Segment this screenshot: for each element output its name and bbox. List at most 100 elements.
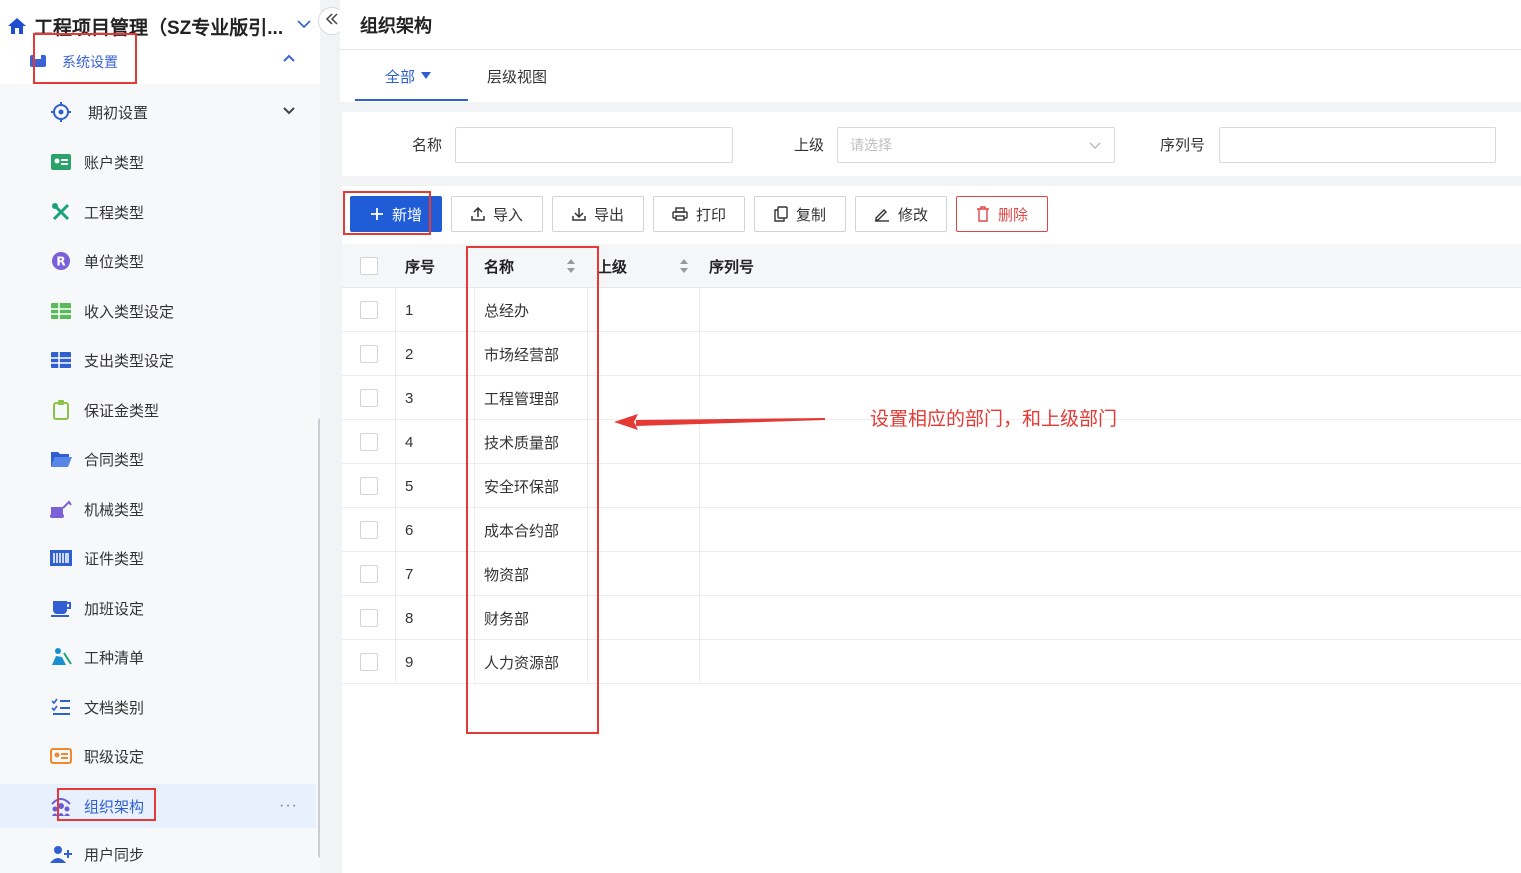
highlight-box-add-button bbox=[343, 191, 431, 235]
cell-no: 4 bbox=[405, 433, 414, 451]
cell-no: 3 bbox=[405, 389, 414, 407]
chevron-down-icon[interactable] bbox=[296, 16, 312, 37]
sidebar-item-document-category[interactable]: 文档类别 bbox=[0, 685, 316, 729]
profile-card-icon bbox=[50, 745, 72, 767]
sidebar-item-label: 收入类型设定 bbox=[84, 303, 175, 321]
row-checkbox[interactable] bbox=[360, 653, 378, 671]
sidebar-item-label: 支出类型设定 bbox=[84, 352, 175, 370]
sidebar-item-rank-setting[interactable]: 职级设定 bbox=[0, 734, 316, 778]
print-button[interactable]: 打印 bbox=[653, 196, 745, 232]
home-icon[interactable] bbox=[6, 15, 28, 37]
row-checkbox[interactable] bbox=[360, 345, 378, 363]
name-filter-input[interactable] bbox=[455, 127, 733, 163]
tab-all[interactable]: 全部 bbox=[385, 50, 432, 102]
sidebar-item-certificate-type[interactable]: 证件类型 bbox=[0, 536, 316, 580]
name-filter-label: 名称 bbox=[412, 137, 443, 154]
arrow-left-icon bbox=[612, 410, 827, 439]
trash-icon bbox=[976, 206, 990, 222]
sidebar-item-user-sync[interactable]: 用户同步 bbox=[0, 832, 316, 873]
grid-table-icon bbox=[50, 349, 72, 371]
cell-no: 6 bbox=[405, 521, 414, 539]
tab-label: 层级视图 bbox=[487, 68, 548, 86]
chevron-up-icon[interactable] bbox=[282, 52, 296, 71]
sidebar-item-label: 职级设定 bbox=[84, 748, 145, 766]
parent-filter-label: 上级 bbox=[794, 137, 825, 154]
sidebar-item-label: 账户类型 bbox=[84, 154, 145, 172]
column-header-no: 序号 bbox=[405, 258, 436, 276]
parent-filter-select[interactable]: 请选择 bbox=[837, 127, 1115, 163]
import-button[interactable]: 导入 bbox=[451, 196, 543, 232]
coffee-icon bbox=[50, 597, 72, 619]
sidebar-item-label: 单位类型 bbox=[84, 253, 145, 271]
sidebar-item-unit-type[interactable]: R 单位类型 bbox=[0, 239, 316, 283]
printer-icon bbox=[672, 207, 688, 221]
sidebar-item-income-type[interactable]: 收入类型设定 bbox=[0, 289, 316, 333]
row-checkbox[interactable] bbox=[360, 565, 378, 583]
export-button[interactable]: 导出 bbox=[552, 196, 644, 232]
cell-no: 1 bbox=[405, 301, 414, 319]
sidebar-scrollbar[interactable] bbox=[318, 418, 320, 858]
highlight-box-system-settings bbox=[33, 33, 137, 84]
import-button-label: 导入 bbox=[492, 206, 523, 224]
sort-icon[interactable] bbox=[679, 258, 689, 274]
sidebar-item-deposit-type[interactable]: 保证金类型 bbox=[0, 388, 316, 432]
sidebar-item-job-list[interactable]: 工种清单 bbox=[0, 635, 316, 679]
chevron-down-icon[interactable] bbox=[282, 103, 296, 122]
column-header-seq: 序列号 bbox=[709, 258, 755, 276]
copy-button[interactable]: 复制 bbox=[754, 196, 846, 232]
filter-bar: 名称 上级 请选择 序列号 bbox=[342, 112, 1521, 176]
sidebar-item-account-type[interactable]: 账户类型 bbox=[0, 140, 316, 184]
tab-hierarchy-view[interactable]: 层级视图 bbox=[487, 50, 547, 102]
folder-open-icon bbox=[50, 448, 72, 470]
highlight-box-name-column bbox=[466, 246, 599, 734]
row-checkbox[interactable] bbox=[360, 609, 378, 627]
copy-icon bbox=[774, 206, 788, 222]
page-title: 组织架构 bbox=[360, 16, 432, 36]
parent-filter-placeholder: 请选择 bbox=[850, 137, 892, 153]
print-button-label: 打印 bbox=[695, 206, 726, 224]
sidebar-item-initial-settings[interactable]: 期初设置 bbox=[0, 90, 316, 134]
row-checkbox[interactable] bbox=[360, 433, 378, 451]
sidebar-item-label: 工种清单 bbox=[84, 649, 145, 667]
cell-no: 9 bbox=[405, 653, 414, 671]
column-header-parent[interactable]: 上级 bbox=[597, 244, 627, 288]
excavator-icon bbox=[50, 498, 72, 520]
sidebar-item-overtime-setting[interactable]: 加班设定 bbox=[0, 586, 316, 630]
row-checkbox[interactable] bbox=[360, 301, 378, 319]
view-tabs: 全部 层级视图 bbox=[340, 50, 1521, 102]
sidebar-item-label: 加班设定 bbox=[84, 600, 145, 618]
active-tab-indicator bbox=[355, 99, 468, 101]
row-checkbox[interactable] bbox=[360, 477, 378, 495]
sidebar-item-org-structure[interactable]: 组织架构 ··· bbox=[0, 784, 316, 828]
sidebar-item-machine-type[interactable]: 机械类型 bbox=[0, 487, 316, 531]
row-checkbox[interactable] bbox=[360, 389, 378, 407]
download-icon bbox=[572, 207, 586, 221]
row-checkbox[interactable] bbox=[360, 521, 378, 539]
sidebar-item-expense-type[interactable]: 支出类型设定 bbox=[0, 338, 316, 382]
edit-button[interactable]: 修改 bbox=[855, 196, 947, 232]
sidebar-item-label: 用户同步 bbox=[84, 846, 145, 864]
caret-down-icon bbox=[421, 72, 432, 80]
highlight-box-org-structure bbox=[57, 788, 156, 821]
cell-no: 8 bbox=[405, 609, 414, 627]
more-icon[interactable]: ··· bbox=[279, 797, 298, 815]
barcode-icon bbox=[50, 547, 72, 569]
seq-filter-input[interactable] bbox=[1219, 127, 1496, 163]
sidebar-item-project-type[interactable]: 工程类型 bbox=[0, 190, 316, 234]
select-all-checkbox[interactable] bbox=[360, 257, 378, 275]
sidebar-item-contract-type[interactable]: 合同类型 bbox=[0, 437, 316, 481]
target-icon bbox=[50, 101, 72, 123]
worker-icon bbox=[50, 646, 72, 668]
edit-button-label: 修改 bbox=[897, 206, 928, 224]
delete-button-label: 删除 bbox=[997, 206, 1028, 224]
page-header: 组织架构 bbox=[340, 0, 1521, 50]
seq-filter-label: 序列号 bbox=[1160, 137, 1206, 154]
tools-icon bbox=[50, 201, 72, 223]
sidebar-item-label: 机械类型 bbox=[84, 501, 145, 519]
cell-no: 7 bbox=[405, 565, 414, 583]
r-badge-icon: R bbox=[50, 250, 72, 272]
sidebar-item-label: 工程类型 bbox=[84, 204, 145, 222]
pencil-icon bbox=[874, 206, 890, 222]
clipboard-icon bbox=[50, 399, 72, 421]
delete-button[interactable]: 删除 bbox=[956, 196, 1048, 232]
